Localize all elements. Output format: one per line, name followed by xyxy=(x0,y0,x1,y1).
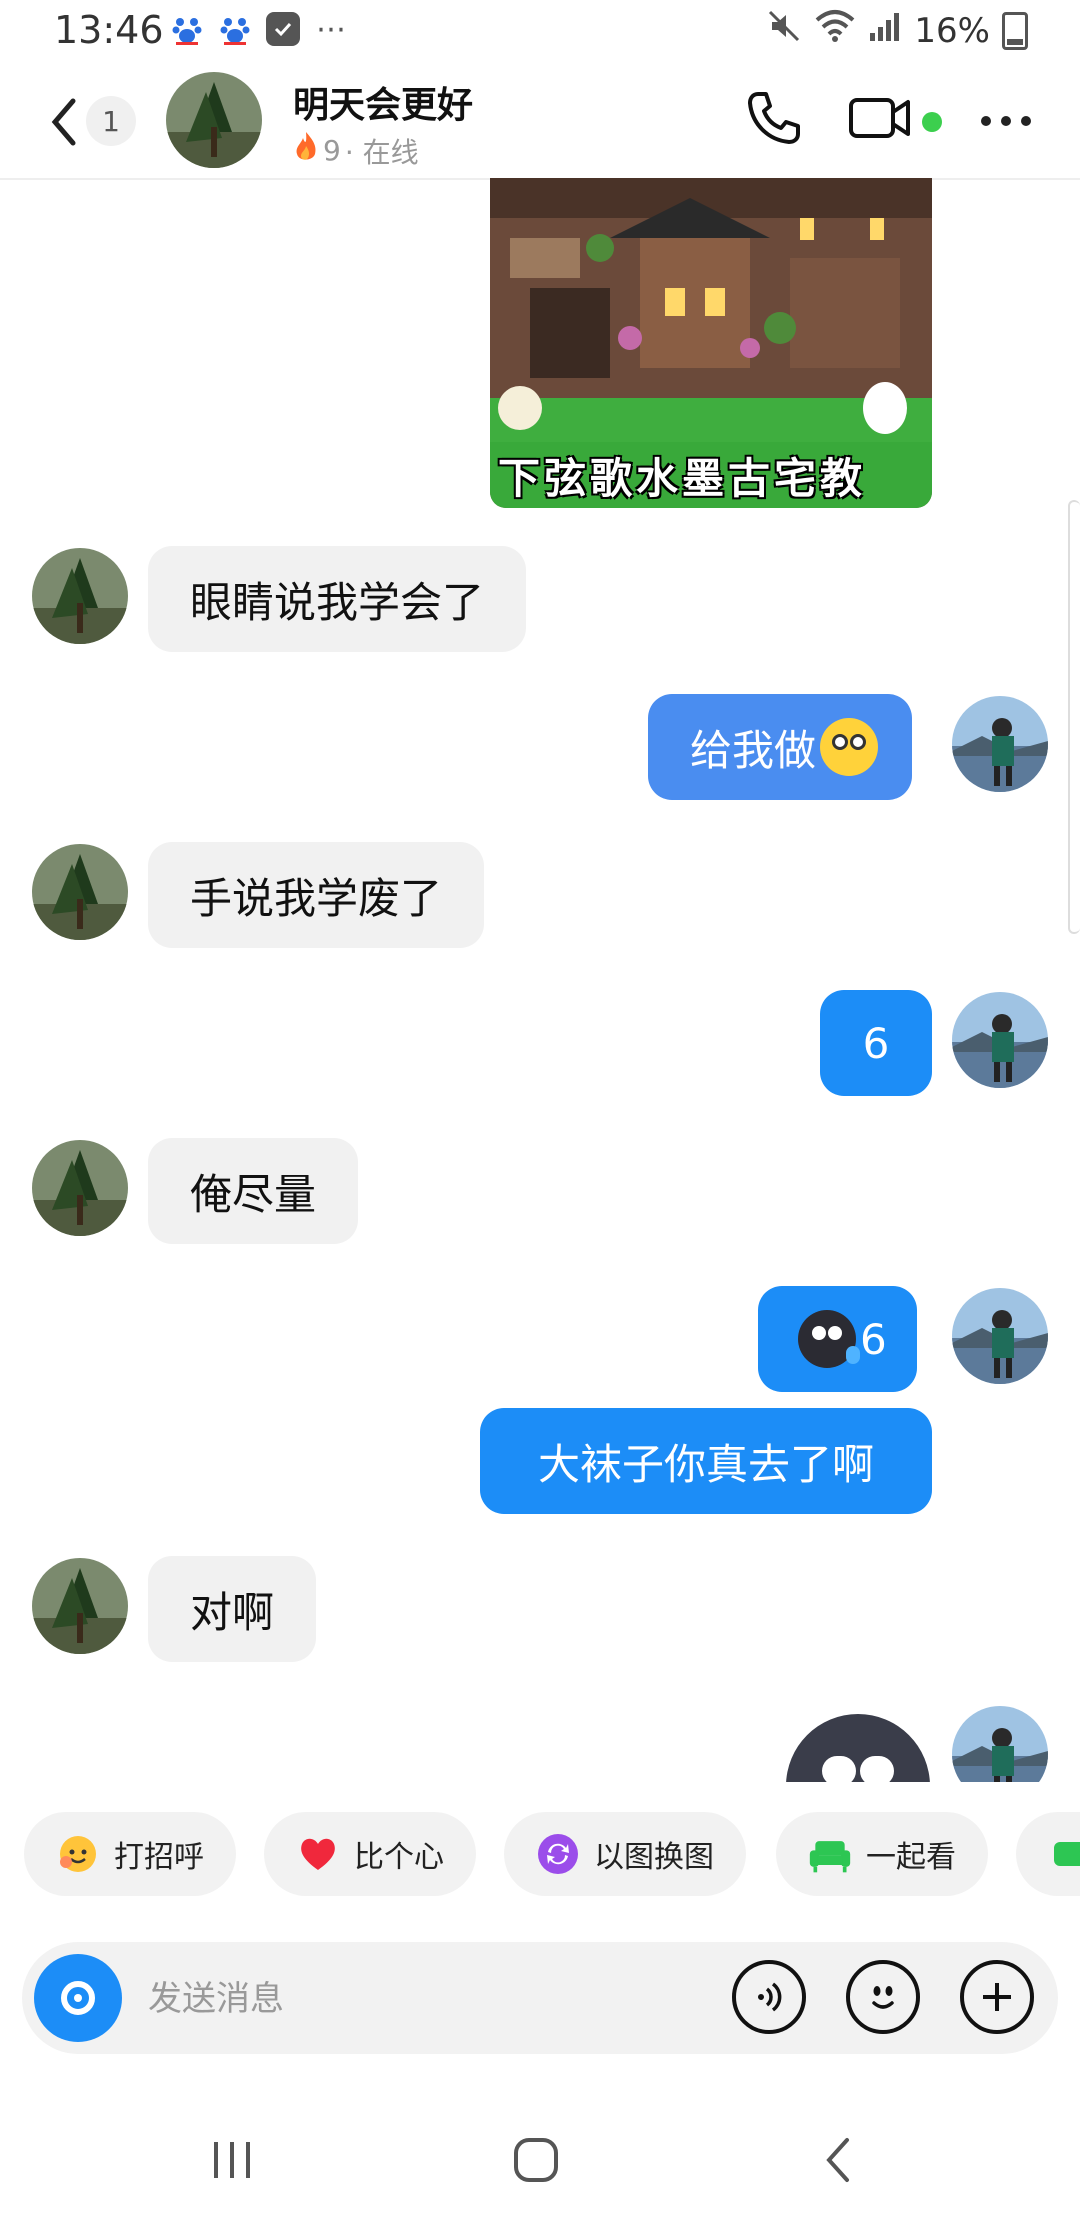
status-time: 13:46 xyxy=(54,8,164,52)
quick-action-wave[interactable]: 打招呼 xyxy=(24,1812,236,1896)
voice-call-button[interactable] xyxy=(744,88,804,148)
message-list[interactable]: 下弦歌水墨古宅教 眼睛说我学会了 给我做 手说我学废了 6 俺尽量 6 大袜子你… xyxy=(0,178,1080,1782)
message-bubble-outgoing[interactable]: 6 xyxy=(820,990,932,1096)
battery-icon xyxy=(1002,11,1028,50)
paw-icon xyxy=(218,12,252,46)
video-icon xyxy=(849,98,910,138)
system-status: 16% xyxy=(766,8,1028,53)
image-caption: 下弦歌水墨古宅教 xyxy=(490,442,932,508)
emoji-icon xyxy=(872,1986,894,2009)
video-call-button[interactable] xyxy=(848,90,912,146)
message-text: 6 xyxy=(860,1314,887,1364)
contact-name: 明天会更好 xyxy=(293,85,474,126)
message-bubble-outgoing[interactable]: 给我做 xyxy=(648,694,913,800)
flame-icon xyxy=(293,130,319,171)
back-nav-button[interactable] xyxy=(808,2130,868,2190)
contact-avatar[interactable] xyxy=(32,1558,128,1654)
quick-actions: 打招呼 比个心 以图换图 一起看 xyxy=(0,1782,1080,1906)
sofa-icon xyxy=(808,1832,852,1876)
contact-avatar[interactable] xyxy=(32,548,128,644)
dazed-face-emoji-icon xyxy=(820,718,879,776)
recents-icon xyxy=(214,2142,250,2178)
more-button[interactable] xyxy=(976,106,1036,136)
chat-header: 1 明天会更好 9 · 在线 xyxy=(0,64,1080,180)
contact-status: 9 · 在线 xyxy=(293,130,419,171)
check-icon xyxy=(266,12,300,46)
home-icon xyxy=(514,2138,558,2182)
back-icon xyxy=(826,2138,849,2182)
chip-label: 一起看 xyxy=(866,1840,956,1875)
my-avatar[interactable] xyxy=(952,1288,1048,1384)
streak-count: 9 xyxy=(323,134,341,167)
quick-action-image-swap[interactable]: 以图换图 xyxy=(504,1812,746,1896)
contact-avatar[interactable] xyxy=(32,844,128,940)
more-icon xyxy=(981,116,991,126)
sticker-message[interactable] xyxy=(786,1714,930,1782)
chip-label: 以图换图 xyxy=(594,1840,714,1875)
system-nav-bar xyxy=(0,2100,1080,2220)
chip-label: 打招呼 xyxy=(114,1840,204,1875)
chip-label: 比个心 xyxy=(354,1840,444,1875)
message-bubble-outgoing[interactable]: 6 xyxy=(758,1286,917,1392)
signal-icon xyxy=(868,9,902,52)
quick-action-more[interactable] xyxy=(1016,1812,1080,1896)
quick-action-heart[interactable]: 比个心 xyxy=(264,1812,476,1896)
voice-button[interactable] xyxy=(732,1960,806,2034)
crying-dark-face-emoji-icon xyxy=(798,1310,860,1368)
wifi-icon xyxy=(814,8,856,53)
quick-action-watch-together[interactable]: 一起看 xyxy=(776,1812,988,1896)
scrollbar[interactable] xyxy=(1068,500,1080,934)
message-bubble-incoming[interactable]: 眼睛说我学会了 xyxy=(148,546,527,652)
emoji-button[interactable] xyxy=(846,1960,920,2034)
heart-icon xyxy=(296,1832,340,1876)
mute-icon xyxy=(766,8,802,53)
camera-icon xyxy=(61,1981,95,2015)
camera-button[interactable] xyxy=(34,1954,122,2042)
notification-icons: ⋯ xyxy=(170,11,348,47)
contact-avatar[interactable] xyxy=(166,72,262,168)
plus-icon xyxy=(983,1983,1011,2011)
message-input[interactable] xyxy=(146,1966,710,2032)
status-bar: 13:46 ⋯ 16% xyxy=(0,0,1080,64)
paw-icon xyxy=(170,12,204,46)
wave-emoji-icon xyxy=(56,1832,100,1876)
message-bubble-incoming[interactable]: 对啊 xyxy=(148,1556,317,1662)
image-swap-icon xyxy=(536,1832,580,1876)
back-button[interactable] xyxy=(46,94,82,150)
my-avatar[interactable] xyxy=(952,696,1048,792)
shared-image-message[interactable]: 下弦歌水墨古宅教 xyxy=(490,178,932,508)
voice-icon xyxy=(758,1982,782,2012)
unread-badge[interactable]: 1 xyxy=(86,96,136,146)
recents-button[interactable] xyxy=(202,2130,262,2190)
my-avatar[interactable] xyxy=(952,1706,1048,1782)
message-bubble-incoming[interactable]: 手说我学废了 xyxy=(148,842,485,948)
contact-avatar[interactable] xyxy=(32,1140,128,1236)
message-input-bar xyxy=(22,1942,1058,2054)
plus-button[interactable] xyxy=(960,1960,1034,2034)
green-app-icon xyxy=(1048,1832,1080,1876)
message-bubble-incoming[interactable]: 俺尽量 xyxy=(148,1138,359,1244)
phone-icon xyxy=(748,92,800,144)
chevron-left-icon xyxy=(51,98,76,146)
message-bubble-outgoing[interactable]: 大袜子你真去了啊 xyxy=(480,1408,932,1514)
home-button[interactable] xyxy=(506,2130,566,2190)
battery-text: 16% xyxy=(914,10,990,51)
presence-text: · 在线 xyxy=(344,135,419,169)
my-avatar[interactable] xyxy=(952,992,1048,1088)
message-text: 给我做 xyxy=(690,725,817,775)
more-dots-icon: ⋯ xyxy=(316,11,346,47)
online-indicator xyxy=(922,112,942,132)
